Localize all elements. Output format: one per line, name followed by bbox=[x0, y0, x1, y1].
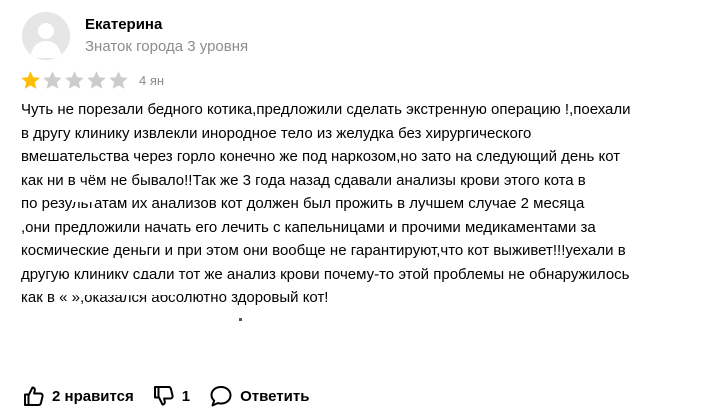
dislike-count: 1 bbox=[181, 387, 191, 405]
avatar[interactable] bbox=[22, 12, 70, 60]
reply-button[interactable]: Ответить bbox=[208, 384, 309, 408]
thumbs-up-icon bbox=[24, 386, 44, 406]
author-level: Знаток города 3 уровня bbox=[85, 38, 249, 55]
redaction-overlay bbox=[72, 186, 96, 202]
review-date: 4 ян bbox=[139, 72, 165, 88]
rating-stars bbox=[20, 70, 129, 90]
author-name[interactable]: Екатерина bbox=[85, 16, 162, 33]
star-empty-icon bbox=[43, 71, 62, 89]
rating-row: 4 ян bbox=[20, 70, 164, 90]
review-card: Екатерина Знаток города 3 уровня 4 ян Чу… bbox=[0, 0, 716, 420]
review-actions: 2 нравится 1 Ответить bbox=[22, 383, 327, 409]
like-button[interactable]: 2 нравится bbox=[22, 384, 134, 408]
thumbs-down-icon bbox=[153, 386, 174, 406]
avatar-placeholder-icon bbox=[22, 12, 70, 60]
dislike-button[interactable]: 1 bbox=[152, 384, 190, 408]
star-empty-icon bbox=[87, 71, 106, 89]
reply-label: Ответить bbox=[240, 387, 310, 405]
stray-dot bbox=[239, 318, 242, 321]
review-text: Чуть не порезали бедного котика,предложи… bbox=[21, 101, 631, 306]
star-empty-icon bbox=[109, 71, 128, 89]
redaction-overlay bbox=[68, 279, 174, 295]
like-count: 2 нравится bbox=[52, 387, 134, 405]
comment-bubble-icon bbox=[210, 386, 232, 407]
star-empty-icon bbox=[65, 71, 84, 89]
star-filled-icon bbox=[21, 71, 40, 89]
